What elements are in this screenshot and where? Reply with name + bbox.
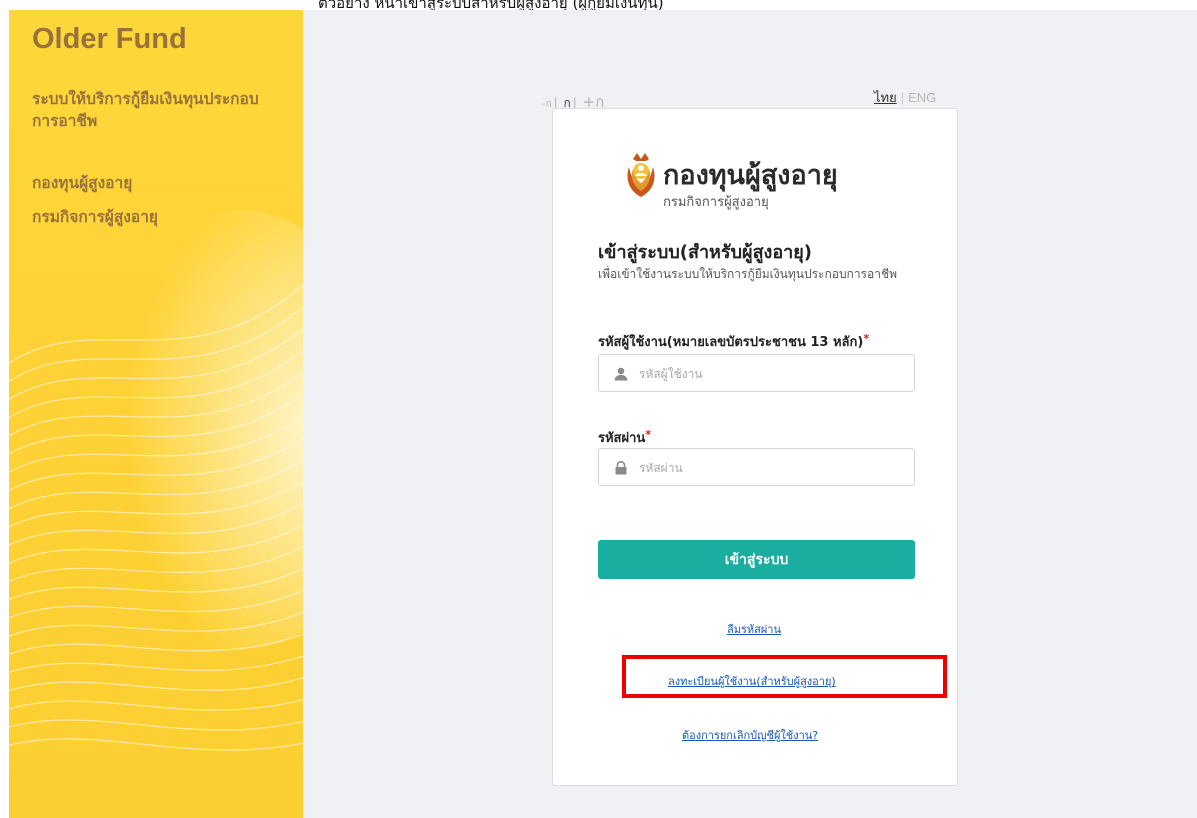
login-description: เพื่อเข้าใช้งานระบบให้บริการกู้ยืมเงินทุ…: [598, 267, 898, 281]
username-field[interactable]: [598, 354, 915, 392]
wave-line: [9, 655, 303, 674]
password-input[interactable]: [637, 457, 901, 479]
forgot-password-link[interactable]: ลืมรหัสผ่าน: [727, 620, 781, 638]
required-mark: *: [645, 428, 652, 441]
brand-title: Older Fund: [32, 23, 187, 55]
language-switcher: ไทย | ENG: [874, 90, 937, 105]
logo-title: กองทุนผู้สูงอายุ: [663, 160, 838, 191]
system-subtitle: ระบบให้บริการกู้ยืมเงินทุนประกอบการอาชีพ: [32, 90, 259, 130]
wave-line: [9, 738, 303, 751]
lock-icon: [615, 461, 627, 475]
user-icon: [614, 367, 628, 381]
wave-line: [9, 698, 303, 711]
wave-line: [9, 719, 303, 731]
password-field[interactable]: [598, 448, 915, 486]
password-label: รหัสผ่าน*: [598, 428, 652, 446]
logo-subtitle: กรมกิจการผู้สูงอายุ: [663, 195, 769, 210]
sidebar-link-department[interactable]: กรมกิจการผู้สูงอายุ: [32, 204, 158, 229]
login-button[interactable]: เข้าสู่ระบบ: [598, 540, 915, 579]
required-mark: *: [863, 332, 870, 345]
wave-line: [9, 677, 303, 692]
fund-emblem-icon: [627, 153, 655, 197]
username-input[interactable]: [637, 363, 901, 385]
cancel-account-link[interactable]: ต้องการยกเลิกบัญชีผู้ใช้งาน?: [682, 726, 818, 744]
login-heading: เข้าสู่ระบบ(สำหรับผู้สูงอายุ): [598, 242, 813, 263]
sidebar-link-fund[interactable]: กองทุนผู้สูงอายุ: [32, 170, 132, 195]
highlight-box: [622, 655, 947, 698]
username-label: รหัสผู้ใช้งาน(หมายเลขบัตรประชาชน 13 หลัก…: [598, 332, 870, 350]
font-smaller-button[interactable]: -ก: [542, 99, 552, 110]
lang-thai-button[interactable]: ไทย: [874, 90, 897, 105]
sidebar: Older Fund ระบบให้บริการกู้ยืมเงินทุนประ…: [9, 10, 303, 818]
lang-eng-button[interactable]: ENG: [908, 90, 936, 105]
